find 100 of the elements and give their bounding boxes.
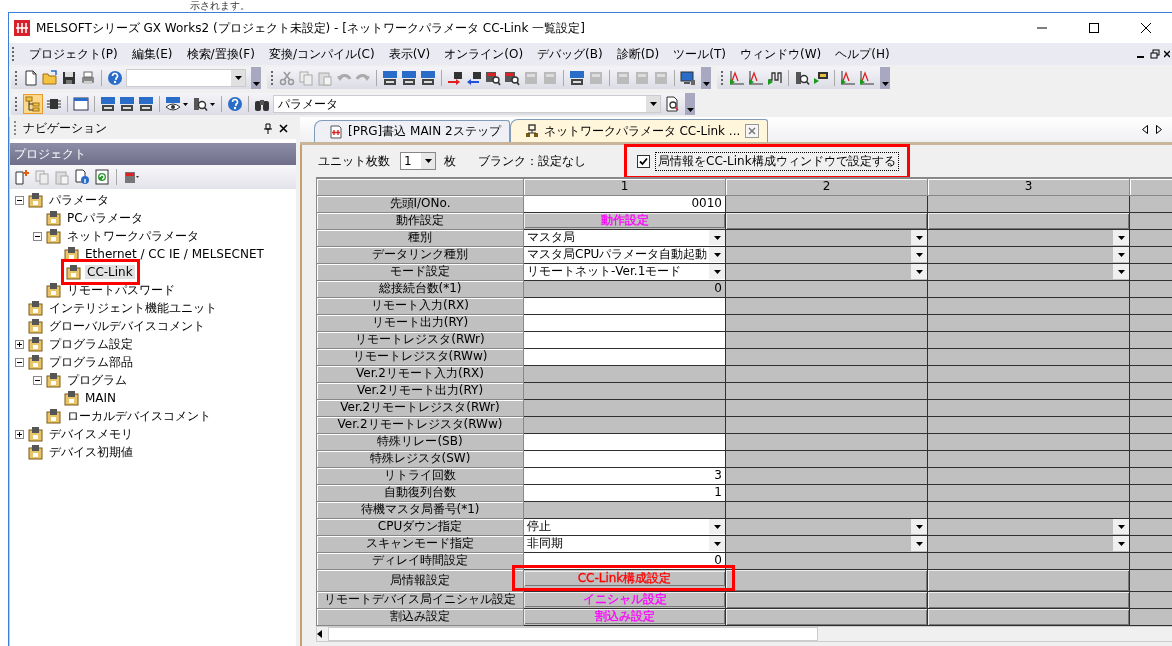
chip-icon[interactable] (46, 96, 62, 112)
chart-icon[interactable] (729, 70, 745, 86)
tree-item[interactable]: PCパラメータ (65, 209, 145, 227)
tree-item[interactable]: パラメータ (47, 191, 111, 209)
tree-item[interactable]: デバイスメモリ (47, 425, 135, 443)
menu-item[interactable]: 編集(E) (124, 45, 180, 63)
window-icon[interactable] (73, 96, 89, 112)
page-search-icon[interactable] (664, 96, 680, 112)
expander-icon[interactable] (33, 231, 42, 241)
magnifier-dropdown-icon[interactable] (192, 96, 216, 112)
new-file-icon[interactable] (23, 70, 39, 86)
chart-icon[interactable] (748, 70, 764, 86)
menu-item[interactable]: デバッグ(B) (530, 45, 610, 63)
overflow-icon (686, 108, 694, 112)
scroll-right-icon[interactable] (1156, 125, 1162, 134)
menu-item[interactable]: 表示(V) (381, 45, 438, 63)
menu-item[interactable]: プロジェクト(P) (22, 45, 125, 63)
dropdown-arrow-icon (713, 235, 721, 240)
tree-item[interactable]: インテリジェント機能ユニット (47, 299, 219, 317)
dropdown-arrow-icon (915, 235, 923, 240)
new-item-icon[interactable] (14, 169, 30, 185)
unit-count-dropdown[interactable]: 1 (400, 152, 436, 170)
printer-icon[interactable] (80, 70, 96, 86)
device-block-icon[interactable] (401, 70, 417, 86)
maximize-icon[interactable] (1088, 22, 1100, 34)
box-icon (46, 228, 62, 244)
tree-view-icon (25, 96, 41, 112)
help-icon[interactable] (107, 70, 123, 86)
read-arrow-icon[interactable] (466, 70, 482, 86)
play-card-icon[interactable] (813, 70, 829, 86)
tree-item[interactable]: MAIN (83, 391, 119, 405)
save-icon[interactable] (61, 70, 77, 86)
unit-label: 枚 (444, 152, 456, 170)
dropdown-arrow-icon (713, 269, 721, 274)
tree-item[interactable]: グローバルデバイスコメント (47, 317, 207, 335)
checkbox[interactable] (637, 154, 650, 168)
toggle-button[interactable] (23, 94, 43, 114)
caret-icon (424, 159, 432, 163)
device-block-icon[interactable] (420, 70, 436, 86)
pin-icon[interactable] (263, 122, 273, 134)
expander-icon[interactable] (15, 429, 24, 439)
dropdown-arrow-icon (915, 524, 923, 529)
device-block-icon[interactable] (100, 96, 116, 112)
menu-item[interactable]: 診断(D) (609, 45, 667, 63)
help-icon[interactable] (227, 96, 243, 112)
expander-icon[interactable] (33, 375, 42, 385)
dropdown-arrow-icon (1117, 269, 1125, 274)
expander-icon[interactable] (15, 339, 24, 349)
menu-item[interactable]: 検索/置換(F) (179, 45, 262, 63)
eye-dropdown-icon[interactable] (165, 96, 189, 112)
refresh-icon[interactable] (94, 169, 110, 185)
tree-item[interactable]: リモートパスワード (65, 281, 177, 299)
tree-item[interactable]: プログラム (65, 371, 129, 389)
chart-icon[interactable] (840, 70, 856, 86)
tree-item[interactable]: Ethernet / CC IE / MELSECNET (83, 247, 266, 261)
menu-item[interactable]: ヘルプ(H) (828, 45, 897, 63)
menu-item[interactable]: 変換/コンパイル(C) (261, 45, 382, 63)
chart-icon[interactable] (859, 70, 875, 86)
menu-item[interactable]: ツール(T) (666, 45, 733, 63)
caret-icon (649, 102, 657, 106)
box-icon (46, 372, 62, 388)
dropdown-arrow-icon (1117, 524, 1125, 529)
close-icon[interactable] (1164, 49, 1170, 59)
tab[interactable]: [PRG]書込 MAIN 2ステップ (314, 120, 510, 142)
box-icon (64, 246, 80, 262)
menu-item[interactable]: オンライン(O) (437, 45, 531, 63)
menu-item[interactable]: ウィンドウ(W) (733, 45, 829, 63)
field-label: ユニット枚数 (318, 152, 390, 170)
expander-icon[interactable] (15, 357, 24, 367)
pulse-chart-icon[interactable] (767, 70, 783, 86)
network-box-icon[interactable] (123, 169, 139, 185)
combo-box[interactable]: パラメータ (273, 95, 661, 113)
tree-item[interactable]: プログラム設定 (47, 335, 135, 353)
tree-item[interactable]: ネットワークパラメータ (65, 227, 201, 245)
device-block-icon[interactable] (382, 70, 398, 86)
tree-item[interactable]: デバイス初期値 (47, 443, 135, 461)
expander-icon[interactable] (15, 195, 24, 205)
write-arrow-icon[interactable] (447, 70, 463, 86)
scroll-left-icon[interactable] (1142, 125, 1148, 134)
magnifier-block-icon[interactable] (485, 70, 501, 86)
checkbox-label[interactable]: 局情報をCC-Link構成ウィンドウで設定する (655, 151, 899, 171)
restore-icon[interactable] (1150, 49, 1160, 59)
info-page-icon[interactable] (74, 169, 90, 185)
box-icon (46, 408, 62, 424)
device-block-icon[interactable] (119, 96, 135, 112)
dropdown-arrow-icon (915, 541, 923, 546)
box-icon (66, 264, 82, 280)
close-icon[interactable] (1140, 22, 1152, 34)
tree-item[interactable]: CC-Link (85, 265, 135, 279)
monitor-icon[interactable] (680, 70, 696, 86)
app-logo-icon (14, 20, 30, 36)
magnifier-block-icon[interactable] (504, 70, 520, 86)
close-icon[interactable] (279, 123, 288, 133)
tree-item[interactable]: ローカルデバイスコメント (65, 407, 213, 425)
scroll-left-icon[interactable] (317, 629, 322, 638)
tree-item[interactable]: プログラム部品 (47, 353, 135, 371)
magnifier-icon[interactable] (794, 70, 810, 86)
device-block-icon[interactable] (569, 70, 585, 86)
device-block-icon[interactable] (138, 96, 154, 112)
tab[interactable]: ネットワークパラメータ CC-Link ... (509, 119, 769, 142)
